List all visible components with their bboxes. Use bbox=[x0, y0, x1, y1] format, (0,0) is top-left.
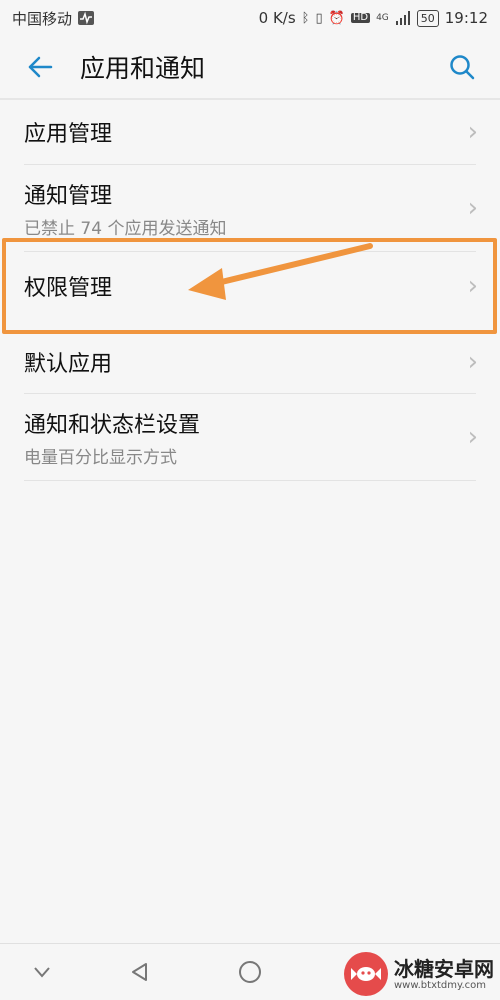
watermark-title: 冰糖安卓网 bbox=[394, 956, 494, 981]
watermark: 冰糖安卓网 www.btxtdmy.com bbox=[344, 952, 494, 996]
annotation-arrow bbox=[188, 243, 373, 300]
triangle-back-icon bbox=[132, 963, 147, 981]
nav-home-button[interactable] bbox=[236, 958, 264, 986]
watermark-url: www.btxtdmy.com bbox=[394, 979, 487, 991]
system-nav-bar: 冰糖安卓网 www.btxtdmy.com bbox=[0, 943, 500, 1000]
chevron-down-icon bbox=[34, 967, 50, 978]
candy-icon bbox=[351, 967, 381, 981]
nav-back-button[interactable] bbox=[126, 958, 154, 986]
circle-home-icon bbox=[239, 961, 261, 983]
nav-collapse-button[interactable] bbox=[28, 958, 56, 986]
watermark-logo bbox=[344, 952, 388, 996]
